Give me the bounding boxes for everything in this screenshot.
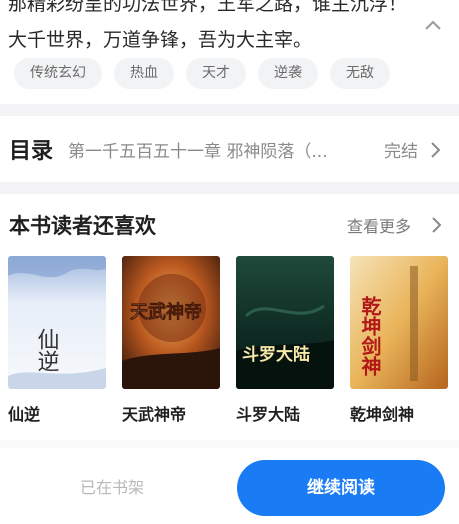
description-line: 那精彩纷呈的功法世界，王军之路，谁主沉浮！ xyxy=(8,0,408,15)
section-divider xyxy=(0,104,459,116)
book-description: 那精彩纷呈的功法世界，王军之路，谁主沉浮！ 大千世界，万道争锋，吾为大主宰。 xyxy=(8,0,418,58)
book-title: 仙逆 xyxy=(8,405,41,424)
book-cover[interactable]: 天武神帝 xyxy=(122,256,220,389)
section-divider xyxy=(0,182,459,194)
tag[interactable]: 无敌 xyxy=(330,58,390,89)
tag[interactable]: 传统玄幻 xyxy=(14,58,102,89)
cover-title: 斗罗大陆 xyxy=(242,344,310,365)
book-card[interactable]: 仙逆 仙逆 xyxy=(8,256,106,425)
book-cover[interactable]: 仙逆 xyxy=(8,256,106,389)
tag[interactable]: 逆袭 xyxy=(258,58,318,89)
description-line: 大千世界，万道争锋，吾为大主宰。 xyxy=(8,29,313,51)
cover-title: 天武神帝 xyxy=(130,301,202,323)
book-card[interactable]: 乾坤剑神 乾坤剑神 xyxy=(350,256,448,425)
tag[interactable]: 天才 xyxy=(186,58,246,89)
latest-chapter: 第一千五百五十一章 邪神陨落（... xyxy=(68,142,328,162)
see-more-link[interactable]: 查看更多 xyxy=(347,213,411,237)
book-card[interactable]: 天武神帝 天武神帝 xyxy=(122,256,220,425)
toc-title: 目录 xyxy=(9,139,54,164)
cover-title: 乾坤剑神 xyxy=(358,295,382,377)
on-shelf-button[interactable]: 已在书架 xyxy=(56,471,168,505)
book-title: 天武神帝 xyxy=(122,405,187,424)
recommend-title: 本书读者还喜欢 xyxy=(9,214,156,238)
book-cover[interactable]: 乾坤剑神 xyxy=(350,256,448,389)
book-title: 斗罗大陆 xyxy=(236,405,301,424)
section-divider xyxy=(0,440,459,448)
book-title: 乾坤剑神 xyxy=(350,405,415,424)
continue-reading-button[interactable]: 继续阅读 xyxy=(237,460,445,516)
toc-row[interactable]: 目录 第一千五百五十一章 邪神陨落（... 完结 xyxy=(0,121,459,177)
book-list: 仙逆 仙逆 天武神帝 天武神帝 斗罗大陆 斗罗大陆 乾坤剑神 乾坤剑神 xyxy=(8,256,448,425)
tag[interactable]: 热血 xyxy=(114,58,174,89)
chevron-up-icon[interactable] xyxy=(422,14,444,36)
book-card[interactable]: 斗罗大陆 斗罗大陆 xyxy=(236,256,334,425)
completion-status: 完结 xyxy=(384,142,418,162)
chevron-right-icon xyxy=(431,142,441,158)
chevron-right-icon[interactable] xyxy=(430,215,442,235)
cover-title: 仙逆 xyxy=(34,328,60,372)
tag-list: 传统玄幻 热血 天才 逆袭 无敌 xyxy=(14,58,390,89)
book-cover[interactable]: 斗罗大陆 xyxy=(236,256,334,389)
